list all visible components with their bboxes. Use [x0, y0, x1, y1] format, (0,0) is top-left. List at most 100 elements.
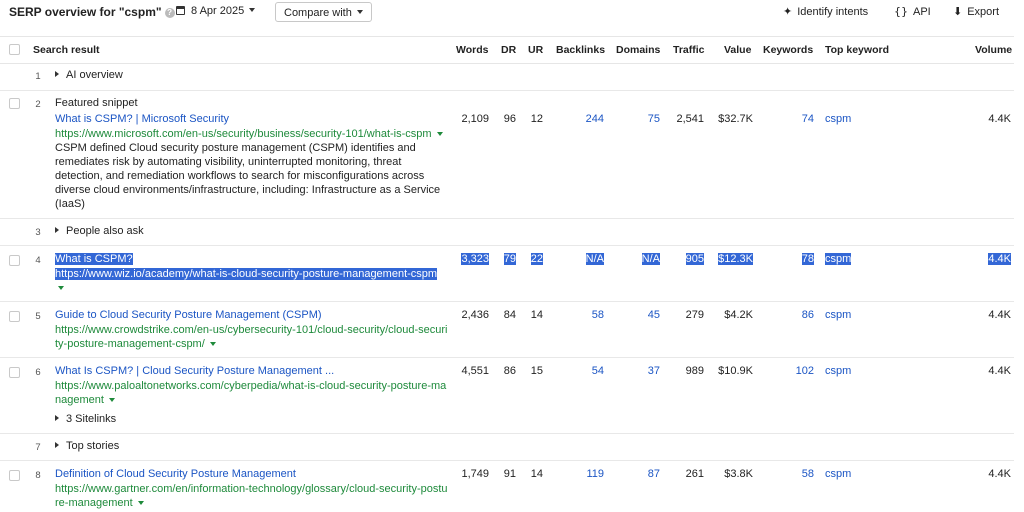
ur-value: 12 [530, 113, 543, 125]
domains-link[interactable]: 75 [648, 113, 660, 125]
col-volume[interactable]: Volume [975, 44, 1012, 56]
dr-value: 79 [503, 253, 516, 265]
chevron-down-icon[interactable] [209, 342, 216, 346]
select-all-checkbox[interactable] [9, 44, 20, 55]
value-value: $10.9K [718, 365, 753, 377]
help-icon[interactable]: ? [164, 8, 175, 18]
caret-right-icon [55, 71, 59, 77]
col-top-keyword[interactable]: Top keyword [825, 44, 889, 56]
chevron-down-icon[interactable] [58, 286, 64, 290]
top-keyword-link[interactable]: cspm [825, 253, 852, 265]
backlinks-link[interactable]: 58 [592, 309, 604, 321]
keywords-link[interactable]: 102 [796, 365, 814, 377]
top-keyword-link[interactable]: cspm [825, 365, 851, 377]
chevron-down-icon[interactable] [436, 132, 443, 136]
export-button[interactable]: ⬇ Export [953, 5, 999, 18]
table-row: 2 Featured snippet What is CSPM? | Micro… [0, 91, 1014, 219]
row-number: 5 [35, 311, 41, 322]
result-url-link[interactable]: https://www.wiz.io/academy/what-is-cloud… [55, 267, 448, 295]
row-checkbox[interactable] [9, 367, 20, 378]
top-stories-toggle[interactable]: Top stories [55, 440, 119, 452]
traffic-value: 279 [685, 309, 704, 321]
table-row: 5 Guide to Cloud Security Posture Manage… [0, 302, 1014, 358]
words-value: 2,436 [461, 309, 489, 321]
keywords-link[interactable]: 86 [802, 309, 814, 321]
value-value: $4.2K [724, 309, 753, 321]
keywords-link[interactable]: 78 [801, 253, 814, 265]
backlinks-link[interactable]: 119 [586, 468, 604, 480]
top-keyword-link[interactable]: cspm [825, 468, 851, 480]
col-value[interactable]: Value [724, 44, 751, 56]
top-keyword-link[interactable]: cspm [825, 309, 851, 321]
col-ur[interactable]: UR [528, 44, 543, 56]
result-url-link[interactable]: https://www.crowdstrike.com/en-us/cybers… [55, 323, 448, 351]
keywords-link[interactable]: 58 [802, 468, 814, 480]
value-value: $3.8K [724, 468, 753, 480]
domains-link[interactable]: N/A [641, 253, 660, 265]
traffic-value: 989 [685, 365, 704, 377]
col-traffic[interactable]: Traffic [673, 44, 705, 56]
ai-overview-toggle[interactable]: AI overview [55, 69, 123, 81]
volume-value: 4.4K [988, 468, 1011, 480]
page-title: SERP overview for "cspm"? [9, 5, 175, 19]
volume-value: 4.4K [988, 113, 1011, 125]
col-keywords[interactable]: Keywords [763, 44, 813, 56]
col-search-result[interactable]: Search result [33, 44, 100, 56]
table-row: 3 People also ask [0, 219, 1014, 246]
result-title-link[interactable]: Guide to Cloud Security Posture Manageme… [55, 309, 322, 321]
row-number: 4 [35, 255, 41, 266]
result-title-link[interactable]: What is CSPM? | Microsoft Security [55, 113, 229, 125]
domains-link[interactable]: 87 [648, 468, 660, 480]
row-number: 2 [35, 99, 41, 110]
export-icon: ⬇ [953, 5, 963, 18]
api-button[interactable]: {} API [894, 5, 931, 18]
top-keyword-link[interactable]: cspm [825, 113, 851, 125]
domains-link[interactable]: 45 [648, 309, 660, 321]
domains-link[interactable]: 37 [648, 365, 660, 377]
words-value: 1,749 [461, 468, 489, 480]
dr-value: 84 [503, 309, 516, 321]
row-checkbox[interactable] [9, 255, 20, 266]
row-checkbox[interactable] [9, 98, 20, 109]
backlinks-link[interactable]: 244 [586, 113, 604, 125]
caret-right-icon [55, 442, 59, 448]
date-picker[interactable]: 8 Apr 2025 [176, 5, 256, 17]
snippet-text: CSPM defined Cloud security posture mana… [55, 142, 441, 210]
row-number: 8 [35, 470, 41, 481]
sparkle-icon: ✦ [783, 5, 793, 18]
result-title-link[interactable]: What is CSPM? [55, 253, 133, 265]
row-checkbox[interactable] [9, 311, 20, 322]
identify-intents-button[interactable]: ✦ Identify intents [783, 5, 868, 18]
col-backlinks[interactable]: Backlinks [556, 44, 605, 56]
people-also-ask-toggle[interactable]: People also ask [55, 225, 144, 237]
braces-icon: {} [894, 5, 908, 18]
volume-value: 4.4K [988, 365, 1011, 377]
col-words[interactable]: Words [456, 44, 488, 56]
table-row: 7 Top stories [0, 434, 1014, 461]
col-domains[interactable]: Domains [616, 44, 660, 56]
value-value: $32.7K [718, 113, 753, 125]
row-number: 1 [35, 71, 41, 82]
col-dr[interactable]: DR [501, 44, 516, 56]
table-header: Search result Words DR UR Backlinks Doma… [0, 36, 1014, 64]
keywords-link[interactable]: 74 [802, 113, 814, 125]
result-url-link[interactable]: https://www.microsoft.com/en-us/security… [55, 127, 448, 141]
chevron-down-icon[interactable] [108, 398, 115, 402]
backlinks-link[interactable]: 54 [592, 365, 604, 377]
table-row: 6 What Is CSPM? | Cloud Security Posture… [0, 358, 1014, 434]
volume-value: 4.4K [988, 309, 1011, 321]
traffic-value: 2,541 [676, 113, 704, 125]
row-checkbox[interactable] [9, 470, 20, 481]
result-url-link[interactable]: https://www.paloaltonetworks.com/cyberpe… [55, 379, 448, 407]
calendar-icon [176, 6, 185, 15]
sitelinks-toggle[interactable]: 3 Sitelinks [55, 413, 116, 425]
chevron-down-icon [356, 10, 363, 14]
dr-value: 86 [503, 365, 516, 377]
chevron-down-icon[interactable] [137, 501, 144, 505]
result-title-link[interactable]: What Is CSPM? | Cloud Security Posture M… [55, 365, 334, 377]
result-title-link[interactable]: Definition of Cloud Security Posture Man… [55, 468, 296, 480]
compare-with-button[interactable]: Compare with [275, 2, 372, 22]
result-url-link[interactable]: https://www.gartner.com/en/information-t… [55, 482, 448, 510]
traffic-value: 905 [685, 253, 704, 265]
backlinks-link[interactable]: N/A [585, 253, 604, 265]
